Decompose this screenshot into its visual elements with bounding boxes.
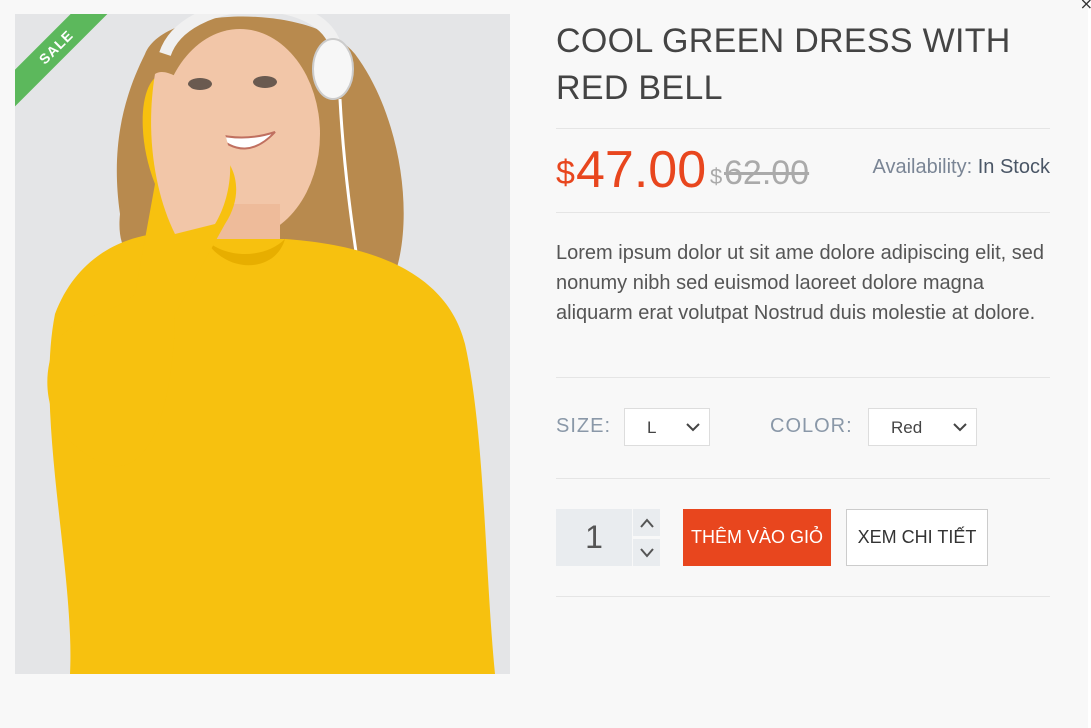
product-description: Lorem ipsum dolor ut sit ame dolore adip… [556, 242, 1045, 324]
size-select[interactable]: L [624, 408, 710, 446]
chevron-down-icon [640, 548, 654, 558]
quick-view-modal: SALE COOL GREEN DRESS WITH RED BELL $ 47… [0, 0, 1089, 728]
chevron-up-icon [640, 518, 654, 528]
divider [556, 212, 1050, 213]
close-icon[interactable]: × [1080, 0, 1091, 13]
availability-label: Availability: [872, 156, 973, 178]
divider [556, 596, 1050, 597]
size-label: SIZE: [556, 415, 612, 437]
old-price: 62.00 [724, 154, 810, 192]
divider [556, 478, 1050, 479]
quantity-decrease-button[interactable] [633, 539, 660, 566]
product-photo [15, 14, 510, 674]
quantity-input[interactable]: 1 [556, 509, 632, 566]
current-price: 47.00 [576, 141, 707, 199]
size-value: L [647, 418, 657, 437]
color-select[interactable]: Red [868, 408, 977, 446]
color-label: COLOR: [770, 415, 853, 437]
color-value: Red [891, 418, 923, 437]
product-image: SALE [15, 14, 510, 674]
price-row: $ 47.00 $ 62.00 Availability: In Stock [556, 140, 1050, 200]
divider [556, 128, 1050, 129]
old-price-currency: $ [710, 164, 723, 189]
product-title: COOL GREEN DRESS WITH RED BELL [556, 22, 1011, 107]
availability-value: In Stock [977, 156, 1050, 178]
divider [556, 377, 1050, 378]
add-to-cart-button[interactable]: THÊM VÀO GIỎ [683, 509, 831, 566]
price-currency: $ [556, 154, 575, 192]
chevron-down-icon [952, 419, 968, 440]
availability: Availability: In Stock [872, 156, 1050, 179]
chevron-down-icon [685, 419, 701, 440]
quantity-increase-button[interactable] [633, 509, 660, 536]
view-detail-button[interactable]: XEM CHI TIẾT [846, 509, 988, 566]
